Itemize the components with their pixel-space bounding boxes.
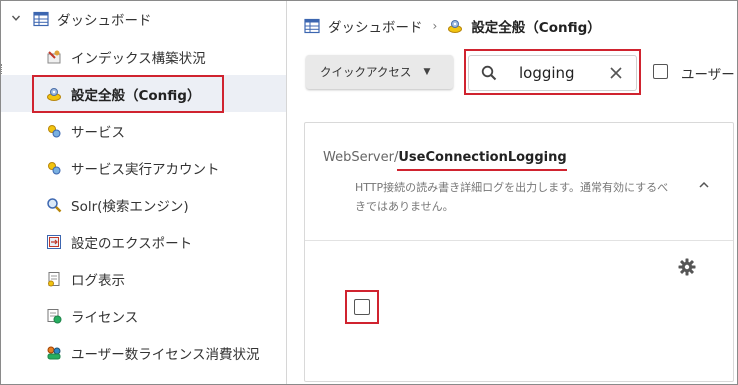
- service-icon: [45, 122, 63, 140]
- setting-value-checkbox[interactable]: [354, 299, 370, 315]
- sidebar-item-service-account[interactable]: サービス実行アカウント: [1, 149, 286, 186]
- sidebar-list: インデックス構築状況 設定全般（Config） サービス サービス実行アカウント: [1, 38, 286, 371]
- export-icon: [45, 233, 63, 251]
- users-license-icon: [45, 344, 63, 362]
- breadcrumb-home[interactable]: ダッシュボード: [328, 16, 423, 36]
- breadcrumb: ダッシュボード › 設定全般（Config）: [304, 15, 601, 37]
- chevron-up-icon[interactable]: [697, 178, 711, 192]
- sidebar-item-label: インデックス構築状況: [71, 50, 206, 67]
- sidebar-item-license[interactable]: ライセンス: [1, 297, 286, 334]
- magnifier-icon: [45, 196, 63, 214]
- service-account-icon: [45, 159, 63, 177]
- sidebar-root-dashboard[interactable]: ダッシュボード: [11, 7, 152, 31]
- sidebar-item-config[interactable]: 設定全般（Config）: [1, 75, 286, 112]
- grid-table-icon: [33, 11, 49, 27]
- sidebar-root-label: ダッシュボード: [57, 13, 152, 29]
- user-filter-label[interactable]: ユーザー: [681, 63, 735, 83]
- setting-key-prefix: WebServer/: [323, 150, 399, 165]
- license-icon: [45, 307, 63, 325]
- setting-key: WebServer/UseConnectionLogging: [323, 150, 567, 165]
- gear-icon[interactable]: [677, 257, 697, 277]
- sidebar-item-label: ライセンス: [71, 309, 139, 326]
- app-window: ダッシュボード インデックス構築状況 設定全般（Config） サービス サービ…: [0, 0, 738, 385]
- search-input[interactable]: logging: [468, 55, 637, 91]
- log-icon: [45, 270, 63, 288]
- setting-description: HTTP接続の読み書き詳細ログを出力します。通常有効にするべきではありません。: [355, 181, 669, 213]
- sidebar-item-user-license[interactable]: ユーザー数ライセンス消費状況: [1, 334, 286, 371]
- sidebar-item-label: サービス: [71, 124, 125, 141]
- search-value[interactable]: logging: [519, 64, 608, 82]
- sidebar-item-label: ユーザー数ライセンス消費状況: [71, 346, 260, 363]
- quick-access-label: クイックアクセス: [320, 65, 412, 79]
- annotation-underline: [397, 169, 567, 171]
- sidebar-item-service[interactable]: サービス: [1, 112, 286, 149]
- sidebar-item-label: Solr(検索エンジン): [71, 198, 189, 215]
- config-settings-icon: [45, 85, 63, 103]
- sidebar-item-solr[interactable]: Solr(検索エンジン): [1, 186, 286, 223]
- chevron-down-icon[interactable]: [11, 13, 25, 26]
- caret-down-icon: ▼: [423, 67, 431, 77]
- search-icon: [481, 65, 497, 81]
- breadcrumb-separator: ›: [432, 19, 438, 33]
- sidebar-item-index-status[interactable]: インデックス構築状況: [1, 38, 286, 75]
- setting-header[interactable]: WebServer/UseConnectionLogging HTTP接続の読み…: [305, 123, 733, 241]
- sidebar-item-label: 設定のエクスポート: [71, 235, 193, 252]
- sidebar-item-log[interactable]: ログ表示: [1, 260, 286, 297]
- breadcrumb-current: 設定全般（Config）: [471, 20, 601, 36]
- sidebar-item-label: ログ表示: [71, 272, 125, 289]
- main-panel: ダッシュボード › 設定全般（Config） クイックアクセス ▼ loggin…: [288, 1, 737, 384]
- index-build-icon: [45, 48, 63, 66]
- quick-access-button[interactable]: クイックアクセス ▼: [306, 55, 453, 89]
- setting-card: WebServer/UseConnectionLogging HTTP接続の読み…: [304, 122, 734, 382]
- sidebar-item-export[interactable]: 設定のエクスポート: [1, 223, 286, 260]
- grid-table-icon[interactable]: [304, 18, 320, 34]
- config-settings-icon: [447, 18, 463, 34]
- sidebar-item-label: 設定全般（Config）: [71, 87, 201, 104]
- sidebar-item-label: サービス実行アカウント: [71, 161, 220, 178]
- sidebar: ダッシュボード インデックス構築状況 設定全般（Config） サービス サービ…: [1, 1, 287, 384]
- user-filter-checkbox[interactable]: [653, 64, 668, 79]
- setting-key-name: UseConnectionLogging: [398, 150, 567, 165]
- clear-icon[interactable]: [608, 65, 624, 81]
